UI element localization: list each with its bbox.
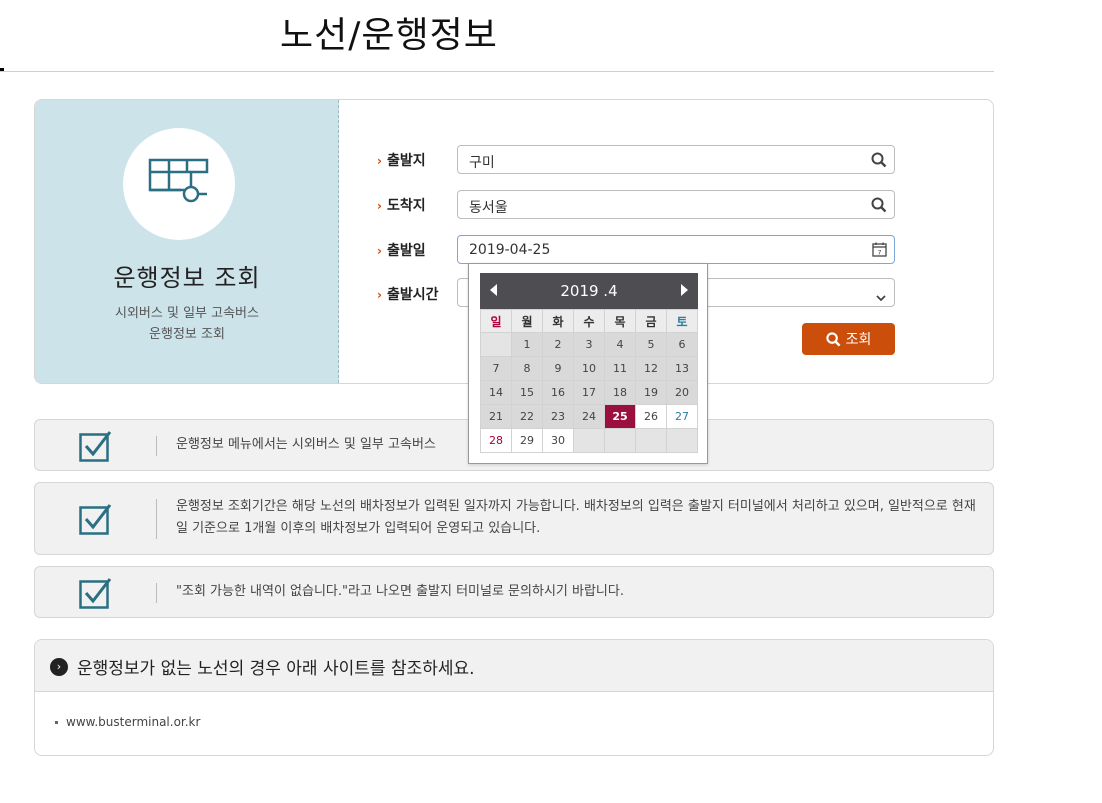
day-cell: 6 <box>666 332 698 357</box>
notice-divider <box>156 436 157 456</box>
day-cell: 15 <box>511 380 543 405</box>
day-cell: 8 <box>511 356 543 381</box>
weekday-header: 토 <box>666 309 698 333</box>
day-cell: 12 <box>635 356 667 381</box>
day-cell[interactable]: 29 <box>511 428 543 453</box>
next-month-icon[interactable] <box>681 284 688 296</box>
search-description: 시외버스 및 일부 고속버스 운행정보 조회 <box>115 306 259 342</box>
day-cell: 4 <box>604 332 636 357</box>
search-icon[interactable] <box>871 152 887 172</box>
weekday-header: 월 <box>511 309 543 333</box>
search-intro: 운행정보 조회 시외버스 및 일부 고속버스 운행정보 조회 <box>35 100 339 383</box>
chevron-right-icon: › <box>50 658 68 676</box>
arrival-label: › 도착지 <box>377 198 426 214</box>
title-divider <box>0 71 994 72</box>
reference-links-header: › 운행정보가 없는 노선의 경우 아래 사이트를 참조하세요. <box>35 640 993 692</box>
day-cell[interactable]: 26 <box>635 404 667 429</box>
day-cell: 9 <box>542 356 574 381</box>
notice-text: "조회 가능한 내역이 없습니다."라고 나오면 출발지 터미널로 문의하시기 … <box>176 584 624 599</box>
day-cell: 13 <box>666 356 698 381</box>
arrival-value: 동서울 <box>469 200 508 216</box>
day-cell: 22 <box>511 404 543 429</box>
checkbox-icon <box>79 503 113 539</box>
day-cell: 14 <box>480 380 512 405</box>
day-cell: 11 <box>604 356 636 381</box>
day-cell: 16 <box>542 380 574 405</box>
calendar-icon[interactable]: 7 <box>872 242 887 261</box>
day-cell: 10 <box>573 356 605 381</box>
day-cell[interactable]: 28 <box>480 428 512 453</box>
day-cell: 17 <box>573 380 605 405</box>
weekday-header: 수 <box>573 309 605 333</box>
departure-time-label: › 출발시간 <box>377 287 439 303</box>
search-heading: 운행정보 조회 <box>113 264 261 292</box>
departure-label: › 출발지 <box>377 153 426 169</box>
search-icon <box>825 331 841 346</box>
day-cell: 23 <box>542 404 574 429</box>
checkbox-icon <box>79 430 113 466</box>
empty-day-cell <box>635 428 667 453</box>
empty-day-cell <box>573 428 605 453</box>
weekday-header: 목 <box>604 309 636 333</box>
date-picker-popup: 2019 .4 일월화수목금토 1 2 3 4 5 6 7 8 9 10 11 12 13 14 15 16 1… <box>468 263 708 464</box>
arrival-field[interactable]: 동서울 <box>457 190 895 219</box>
bus-icon <box>123 128 235 240</box>
day-cell: 18 <box>604 380 636 405</box>
svg-text:7: 7 <box>877 249 881 257</box>
day-cell[interactable]: 27 <box>666 404 698 429</box>
day-cell: 24 <box>573 404 605 429</box>
departure-value: 구미 <box>469 155 495 171</box>
day-cell: 2 <box>542 332 574 357</box>
bullet-icon <box>55 721 58 724</box>
date-picker-header: 2019 .4 <box>480 273 698 309</box>
search-submit-button[interactable]: 조회 <box>802 323 895 355</box>
weekday-header: 금 <box>635 309 667 333</box>
day-cell: 1 <box>511 332 543 357</box>
day-cell: 5 <box>635 332 667 357</box>
day-cell: 21 <box>480 404 512 429</box>
empty-day-cell <box>666 428 698 453</box>
notice-item: "조회 가능한 내역이 없습니다."라고 나오면 출발지 터미널로 문의하시기 … <box>34 566 994 618</box>
notice-text: 운행정보 조회기간은 해당 노선의 배차정보가 입력된 일자까지 가능합니다. … <box>176 499 976 536</box>
notice-item: 운행정보 조회기간은 해당 노선의 배차정보가 입력된 일자까지 가능합니다. … <box>34 482 994 555</box>
notice-divider <box>156 499 157 539</box>
day-cell: 20 <box>666 380 698 405</box>
day-cell: 3 <box>573 332 605 357</box>
notice-divider <box>156 583 157 603</box>
reference-link[interactable]: www.busterminal.or.kr <box>55 715 200 729</box>
page-title: 노선/운행정보 <box>280 15 498 56</box>
day-cell: 7 <box>480 356 512 381</box>
empty-day-cell <box>480 332 512 357</box>
departure-date-label: › 출발일 <box>377 243 426 259</box>
weekday-header: 일 <box>480 309 512 333</box>
departure-date-value: 2019-04-25 <box>469 242 551 258</box>
day-cell: 19 <box>635 380 667 405</box>
search-icon[interactable] <box>871 197 887 217</box>
date-picker-grid: 일월화수목금토 1 2 3 4 5 6 7 8 9 10 11 12 13 14 15 16 17 18 19 20 2… <box>480 309 698 453</box>
empty-day-cell <box>604 428 636 453</box>
weekday-header: 화 <box>542 309 574 333</box>
departure-field[interactable]: 구미 <box>457 145 895 174</box>
checkbox-icon <box>79 577 113 613</box>
reference-links-heading: 운행정보가 없는 노선의 경우 아래 사이트를 참조하세요. <box>77 659 475 679</box>
day-cell[interactable]: 30 <box>542 428 574 453</box>
day-cell[interactable]: 25 <box>604 404 636 429</box>
departure-date-field[interactable]: 2019-04-25 7 <box>457 235 895 264</box>
date-picker-month: 2019 .4 <box>560 282 618 300</box>
reference-links: › 운행정보가 없는 노선의 경우 아래 사이트를 참조하세요. www.bus… <box>34 639 994 756</box>
chevron-down-icon[interactable] <box>875 288 887 307</box>
